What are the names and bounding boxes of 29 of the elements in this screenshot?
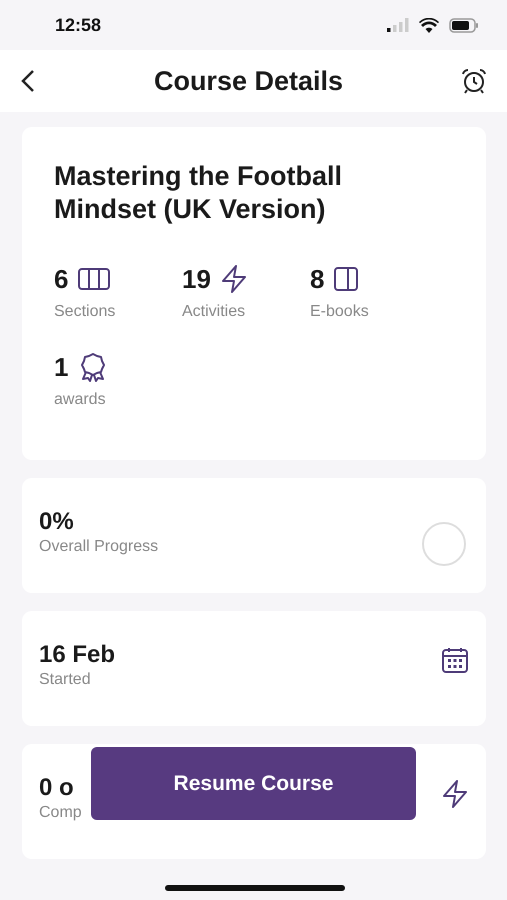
lightning-icon bbox=[442, 780, 468, 808]
battery-icon bbox=[449, 18, 479, 32]
calendar-icon bbox=[442, 647, 468, 673]
lightning-icon bbox=[220, 265, 247, 293]
stat-value: 8 bbox=[310, 264, 324, 294]
signal-icon bbox=[387, 18, 409, 32]
page-title: Course Details bbox=[154, 66, 344, 96]
stat-value: 1 bbox=[54, 352, 68, 382]
info-label: Overall Progress bbox=[39, 538, 158, 556]
info-label: Started bbox=[39, 671, 91, 689]
alarm-clock-icon[interactable] bbox=[460, 68, 487, 94]
back-icon[interactable] bbox=[20, 69, 36, 93]
progress-ring bbox=[420, 520, 468, 568]
stat-label: E-books bbox=[310, 303, 369, 321]
stat-value: 6 bbox=[54, 264, 68, 294]
stat-label: awards bbox=[54, 391, 106, 409]
resume-course-button[interactable]: Resume Course bbox=[91, 747, 416, 820]
info-label: Comp bbox=[39, 804, 82, 822]
stat-value: 19 bbox=[182, 264, 211, 294]
stat-label: Sections bbox=[54, 303, 116, 321]
course-title: Mastering the Football Mindset (UK Version) bbox=[54, 160, 344, 226]
status-time: 12:58 bbox=[55, 14, 102, 36]
info-value: 16 Feb bbox=[39, 641, 116, 669]
columns-icon bbox=[78, 268, 110, 290]
info-value: 0 o bbox=[39, 774, 74, 802]
book-icon bbox=[334, 267, 358, 291]
wifi-icon bbox=[419, 18, 439, 32]
stat-label: Activities bbox=[182, 303, 246, 321]
info-value: 0% bbox=[39, 508, 74, 536]
